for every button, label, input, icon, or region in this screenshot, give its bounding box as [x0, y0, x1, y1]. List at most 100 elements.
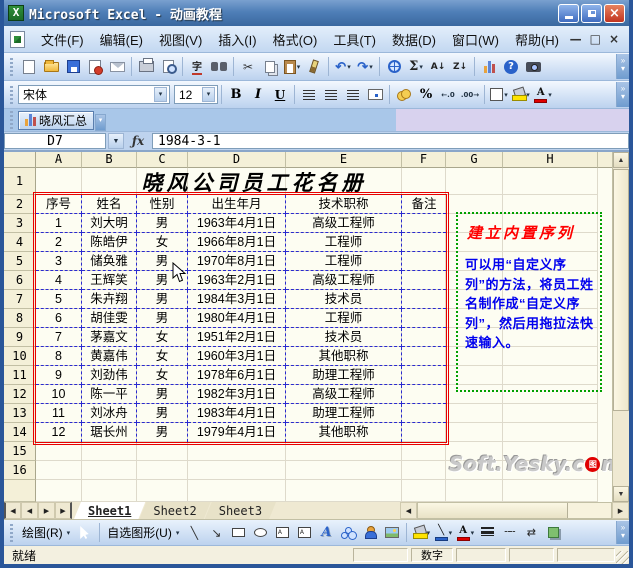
tab-sheet1[interactable]: Sheet1 — [74, 502, 145, 519]
table-cell[interactable]: 助理工程师 — [286, 366, 402, 385]
arrow-style-button[interactable]: ⇄ — [521, 523, 541, 543]
menu-insert[interactable]: 插入(I) — [210, 27, 264, 52]
table-cell[interactable]: 1983年4月1日 — [188, 404, 286, 423]
table-cell[interactable]: 9 — [36, 366, 82, 385]
table-cell[interactable]: 3 — [36, 252, 82, 271]
table-cell[interactable]: 男 — [137, 290, 188, 309]
table-header-cell[interactable]: 备注 — [402, 195, 446, 214]
cell[interactable] — [446, 404, 503, 423]
table-cell[interactable]: 工程师 — [286, 252, 402, 271]
dash-style-button[interactable]: ╌╌ — [499, 523, 519, 543]
table-cell[interactable]: 11 — [36, 404, 82, 423]
clip-art-button[interactable] — [360, 523, 380, 543]
last-sheet-button[interactable]: ▶ — [55, 502, 72, 519]
table-cell[interactable]: 1982年3月1日 — [188, 385, 286, 404]
line-button[interactable]: ╲ — [184, 523, 204, 543]
table-cell[interactable]: 12 — [36, 423, 82, 442]
font-color-button[interactable]: A▾ — [533, 85, 553, 105]
formula-input[interactable]: 1984-3-1 — [152, 133, 629, 149]
fill-color-button[interactable]: ▾ — [411, 523, 431, 543]
print-button[interactable] — [136, 57, 156, 77]
row-header-8[interactable]: 8 — [4, 309, 36, 328]
cell[interactable] — [503, 480, 598, 502]
vertical-scroll-track[interactable] — [613, 412, 629, 486]
table-cell[interactable]: 2 — [36, 233, 82, 252]
font-name-combo[interactable]: 宋体 ▾ — [18, 85, 170, 104]
column-header-G[interactable]: G — [446, 152, 503, 168]
cell[interactable] — [446, 168, 503, 195]
cut-button[interactable]: ✂ — [238, 57, 258, 77]
workbook-restore-icon[interactable]: □ — [590, 32, 601, 46]
decrease-decimal-button[interactable]: .00→ — [460, 85, 480, 105]
table-cell[interactable]: 1984年3月1日 — [188, 290, 286, 309]
vertical-scrollbar[interactable]: ▲ ▼ — [612, 152, 629, 502]
row-header-9[interactable]: 9 — [4, 328, 36, 347]
toolbar-grip[interactable] — [10, 524, 13, 542]
table-cell[interactable]: 10 — [36, 385, 82, 404]
toolbar-options-chevron[interactable]: ▾ — [95, 114, 106, 131]
table-cell[interactable]: 刘大明 — [82, 214, 137, 233]
table-cell[interactable]: 胡佳雯 — [82, 309, 137, 328]
merge-center-button[interactable] — [365, 85, 385, 105]
table-cell[interactable]: 黄嘉伟 — [82, 347, 137, 366]
row-header-partial[interactable] — [4, 480, 36, 502]
table-cell[interactable]: 朱卉翔 — [82, 290, 137, 309]
cell[interactable] — [82, 461, 137, 480]
table-cell[interactable]: 工程师 — [286, 309, 402, 328]
table-header-cell[interactable]: 性别 — [137, 195, 188, 214]
table-cell[interactable]: 技术员 — [286, 328, 402, 347]
camera-button[interactable] — [523, 57, 543, 77]
table-cell[interactable]: 1963年2月1日 — [188, 271, 286, 290]
autoshapes-menu-button[interactable]: 自选图形(U)▾ — [103, 522, 183, 543]
cell[interactable] — [402, 480, 446, 502]
sort-ascending-button[interactable]: A↓ — [428, 57, 448, 77]
rectangle-button[interactable] — [228, 523, 248, 543]
redo-button[interactable]: ↷▾ — [355, 57, 375, 77]
toolbar-options-chevron[interactable]: »▾ — [616, 521, 629, 544]
table-cell[interactable] — [402, 214, 446, 233]
workbook-close-icon[interactable]: × — [609, 32, 619, 46]
table-cell[interactable]: 刘劲伟 — [82, 366, 137, 385]
cell[interactable] — [446, 423, 503, 442]
menu-format[interactable]: 格式(O) — [265, 27, 326, 52]
row-header-15[interactable]: 15 — [4, 442, 36, 461]
vertical-text-box-button[interactable]: A — [294, 523, 314, 543]
dropdown-arrow-icon[interactable]: ▾ — [202, 87, 215, 102]
table-cell[interactable]: 女 — [137, 366, 188, 385]
table-cell[interactable]: 男 — [137, 214, 188, 233]
underline-button[interactable]: U — [270, 85, 290, 105]
shadow-style-button[interactable] — [543, 523, 563, 543]
toolbar-options-chevron[interactable]: »▾ — [616, 54, 629, 79]
column-header-A[interactable]: A — [36, 152, 82, 168]
row-header-10[interactable]: 10 — [4, 347, 36, 366]
new-button[interactable] — [19, 57, 39, 77]
table-cell[interactable]: 琚长州 — [82, 423, 137, 442]
cell[interactable] — [286, 480, 402, 502]
toolbar-options-chevron[interactable]: »▾ — [616, 82, 629, 107]
print-preview-button[interactable] — [158, 57, 178, 77]
table-cell[interactable] — [402, 347, 446, 366]
fill-color-button[interactable]: ▾ — [511, 85, 531, 105]
row-header-2[interactable]: 2 — [4, 195, 36, 214]
table-cell[interactable] — [402, 309, 446, 328]
toolbar-grip[interactable] — [10, 111, 13, 129]
align-left-button[interactable] — [299, 85, 319, 105]
cell[interactable] — [36, 461, 82, 480]
draw-menu-button[interactable]: 绘图(R)▾ — [18, 522, 74, 543]
cell[interactable] — [137, 461, 188, 480]
table-cell[interactable] — [402, 252, 446, 271]
scroll-up-button[interactable]: ▲ — [613, 152, 629, 168]
email-button[interactable] — [107, 57, 127, 77]
cell[interactable] — [286, 461, 402, 480]
menu-tools[interactable]: 工具(T) — [325, 27, 384, 52]
cell[interactable] — [82, 480, 137, 502]
align-center-button[interactable] — [321, 85, 341, 105]
row-header-5[interactable]: 5 — [4, 252, 36, 271]
horizontal-scrollbar[interactable]: ◀ ▶ — [400, 502, 629, 519]
text-box-button[interactable]: A — [272, 523, 292, 543]
cell[interactable] — [188, 461, 286, 480]
table-cell[interactable]: 女 — [137, 233, 188, 252]
italic-button[interactable]: I — [248, 85, 268, 105]
menu-edit[interactable]: 编辑(E) — [92, 27, 151, 52]
row-header-13[interactable]: 13 — [4, 404, 36, 423]
